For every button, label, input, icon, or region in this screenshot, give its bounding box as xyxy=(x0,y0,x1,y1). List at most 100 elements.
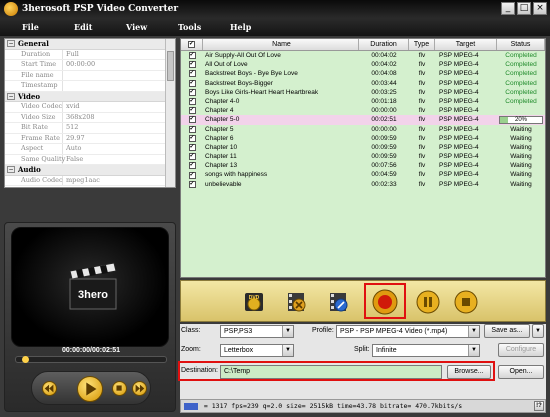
open-button[interactable]: Open... xyxy=(498,365,544,379)
file-row[interactable]: ✓ Chapter 11 00:09:59 flv PSP MPEG-4 Waiting xyxy=(181,152,545,161)
property-row[interactable]: Start Time 00:00:00 xyxy=(5,60,175,71)
property-value[interactable] xyxy=(63,71,66,81)
property-row[interactable]: Video Codec xvid xyxy=(5,102,175,113)
file-row[interactable]: ✓ Chapter 5-0 00:02:51 flv PSP MPEG-4 20% xyxy=(181,115,545,125)
menu-edit[interactable]: Edit xyxy=(74,22,126,32)
file-row[interactable]: ✓ Chapter 6 00:09:59 flv PSP MPEG-4 Waiting xyxy=(181,134,545,143)
row-check-cell[interactable]: ✓ xyxy=(181,143,203,152)
row-check-cell[interactable]: ✓ xyxy=(181,152,203,161)
file-row[interactable]: ✓ Chapter 13 00:07:56 flv PSP MPEG-4 Waiting xyxy=(181,161,545,170)
collapse-toggle-icon[interactable]: − xyxy=(7,92,15,100)
browse-button[interactable]: Browse... xyxy=(447,365,491,379)
row-check-cell[interactable]: ✓ xyxy=(181,69,203,78)
row-check-cell[interactable]: ✓ xyxy=(181,161,203,170)
zoom-select[interactable]: Letterbox ▼ xyxy=(220,344,294,357)
collapse-toggle-icon[interactable]: − xyxy=(7,166,15,174)
file-row[interactable]: ✓ All Out of Love 00:04:02 flv PSP MPEG-4 Com… xyxy=(181,60,545,69)
row-checkbox[interactable]: ✓ xyxy=(188,116,196,124)
column-duration[interactable]: Duration xyxy=(359,39,409,50)
file-row[interactable]: ✓ Boys Like Girls-Heart Heart Heartbreak 0… xyxy=(181,88,545,97)
row-checkbox[interactable]: ✓ xyxy=(188,88,196,96)
file-row[interactable]: ✓ Chapter 5 00:00:00 flv PSP MPEG-4 Waiting xyxy=(181,125,545,134)
property-value[interactable]: 368x208 xyxy=(63,113,94,123)
save-as-dropdown[interactable]: ▼ xyxy=(532,324,544,338)
row-checkbox[interactable]: ✓ xyxy=(188,107,196,115)
remove-clip-icon[interactable] xyxy=(283,289,309,315)
property-value[interactable]: xvid xyxy=(63,102,80,112)
property-value[interactable]: False xyxy=(63,155,83,165)
property-row[interactable]: Video Size 368x208 xyxy=(5,112,175,123)
play-button[interactable] xyxy=(77,376,103,402)
split-select[interactable]: Infinite ▼ xyxy=(372,344,480,357)
column-status[interactable]: Status xyxy=(497,39,545,50)
property-row[interactable]: Bit Rate 512 xyxy=(5,123,175,134)
property-row[interactable]: File name xyxy=(5,70,175,81)
file-row[interactable]: ✓ Chapter 4-0 00:01:18 flv PSP MPEG-4 Complet… xyxy=(181,97,545,106)
property-value[interactable]: Full xyxy=(63,50,79,60)
column-type[interactable]: Type xyxy=(409,39,435,50)
row-checkbox[interactable]: ✓ xyxy=(188,98,196,106)
destination-input[interactable]: C:\Temp xyxy=(220,365,442,379)
seek-knob[interactable] xyxy=(22,356,30,363)
property-group[interactable]: − Video xyxy=(5,91,175,102)
row-checkbox[interactable]: ✓ xyxy=(188,79,196,87)
file-row[interactable]: ✓ Backstreet Boys - Bye Bye Love 00:04:08 f… xyxy=(181,69,545,78)
row-checkbox[interactable]: ✓ xyxy=(188,125,196,133)
row-checkbox[interactable]: ✓ xyxy=(188,143,196,151)
row-checkbox[interactable]: ✓ xyxy=(188,70,196,78)
column-target[interactable]: Target xyxy=(435,39,497,50)
dvd-icon[interactable]: DVD xyxy=(241,289,267,315)
property-value[interactable]: 512 xyxy=(63,123,78,133)
property-row[interactable]: Audio Codec mpeg1aac xyxy=(5,175,175,186)
forward-button[interactable] xyxy=(132,381,147,396)
property-row[interactable]: Duration Full xyxy=(5,49,175,60)
row-check-cell[interactable]: ✓ xyxy=(181,106,203,115)
property-value[interactable]: 00:00:00 xyxy=(63,60,95,70)
property-row[interactable]: Frame Rate 29.97 xyxy=(5,133,175,144)
row-checkbox[interactable]: ✓ xyxy=(188,171,196,179)
property-value[interactable]: 29.97 xyxy=(63,134,85,144)
row-checkbox[interactable]: ✓ xyxy=(188,162,196,170)
property-row[interactable]: Same Quality False xyxy=(5,154,175,165)
row-check-cell[interactable]: ✓ xyxy=(181,79,203,88)
row-checkbox[interactable]: ✓ xyxy=(188,153,196,161)
row-check-cell[interactable]: ✓ xyxy=(181,125,203,134)
clip-edit-icon[interactable] xyxy=(325,289,351,315)
property-value[interactable]: Auto xyxy=(63,144,81,154)
file-list[interactable]: ✓ Name Duration Type Target Status ✓ Air … xyxy=(180,38,546,278)
file-row[interactable]: ✓ Air Supply-All Out Of Love 00:04:02 flv PS… xyxy=(181,51,545,60)
pause-icon[interactable] xyxy=(415,289,441,315)
row-check-cell[interactable]: ✓ xyxy=(181,134,203,143)
property-row[interactable]: Aspect Auto xyxy=(5,144,175,155)
file-row[interactable]: ✓ Chapter 10 00:09:59 flv PSP MPEG-4 Waiting xyxy=(181,143,545,152)
properties-scrollbar[interactable] xyxy=(165,39,175,187)
row-check-cell[interactable]: ✓ xyxy=(181,60,203,69)
file-row[interactable]: ✓ unbelievable 00:02:33 flv PSP MPEG-4 Waitin… xyxy=(181,180,545,189)
property-row[interactable]: Timestamp xyxy=(5,81,175,92)
menu-help[interactable]: Help xyxy=(230,22,282,32)
row-checkbox[interactable]: ✓ xyxy=(188,180,196,188)
file-row[interactable]: ✓ Backstreet Boys-Bigger 00:03:44 flv PSP MP… xyxy=(181,79,545,88)
menu-file[interactable]: File xyxy=(22,22,74,32)
file-row[interactable]: ✓ songs with happiness 00:04:59 flv PSP MPEG… xyxy=(181,170,545,179)
configure-button[interactable]: Configure xyxy=(498,343,544,357)
close-button[interactable]: × xyxy=(533,2,547,15)
seek-bar[interactable] xyxy=(15,356,167,363)
menu-view[interactable]: View xyxy=(126,22,178,32)
column-name[interactable]: Name xyxy=(203,39,359,50)
minimize-button[interactable]: _ xyxy=(501,2,515,15)
properties-panel[interactable]: − General Duration Full Start Time 00:00:00 Fi… xyxy=(4,38,176,188)
collapse-toggle-icon[interactable]: − xyxy=(7,40,15,48)
header-check[interactable]: ✓ xyxy=(181,39,203,50)
property-group[interactable]: − General xyxy=(5,39,175,50)
maximize-button[interactable]: □ xyxy=(517,2,531,15)
row-checkbox[interactable]: ✓ xyxy=(188,134,196,142)
rewind-button[interactable] xyxy=(42,381,57,396)
row-check-cell[interactable]: ✓ xyxy=(181,170,203,179)
row-check-cell[interactable]: ✓ xyxy=(181,115,203,124)
file-row[interactable]: ✓ Chapter 4 00:00:00 flv PSP MPEG-4 xyxy=(181,106,545,115)
row-check-cell[interactable]: ✓ xyxy=(181,97,203,106)
property-group[interactable]: − Audio xyxy=(5,165,175,176)
row-checkbox[interactable]: ✓ xyxy=(188,61,196,69)
row-check-cell[interactable]: ✓ xyxy=(181,88,203,97)
